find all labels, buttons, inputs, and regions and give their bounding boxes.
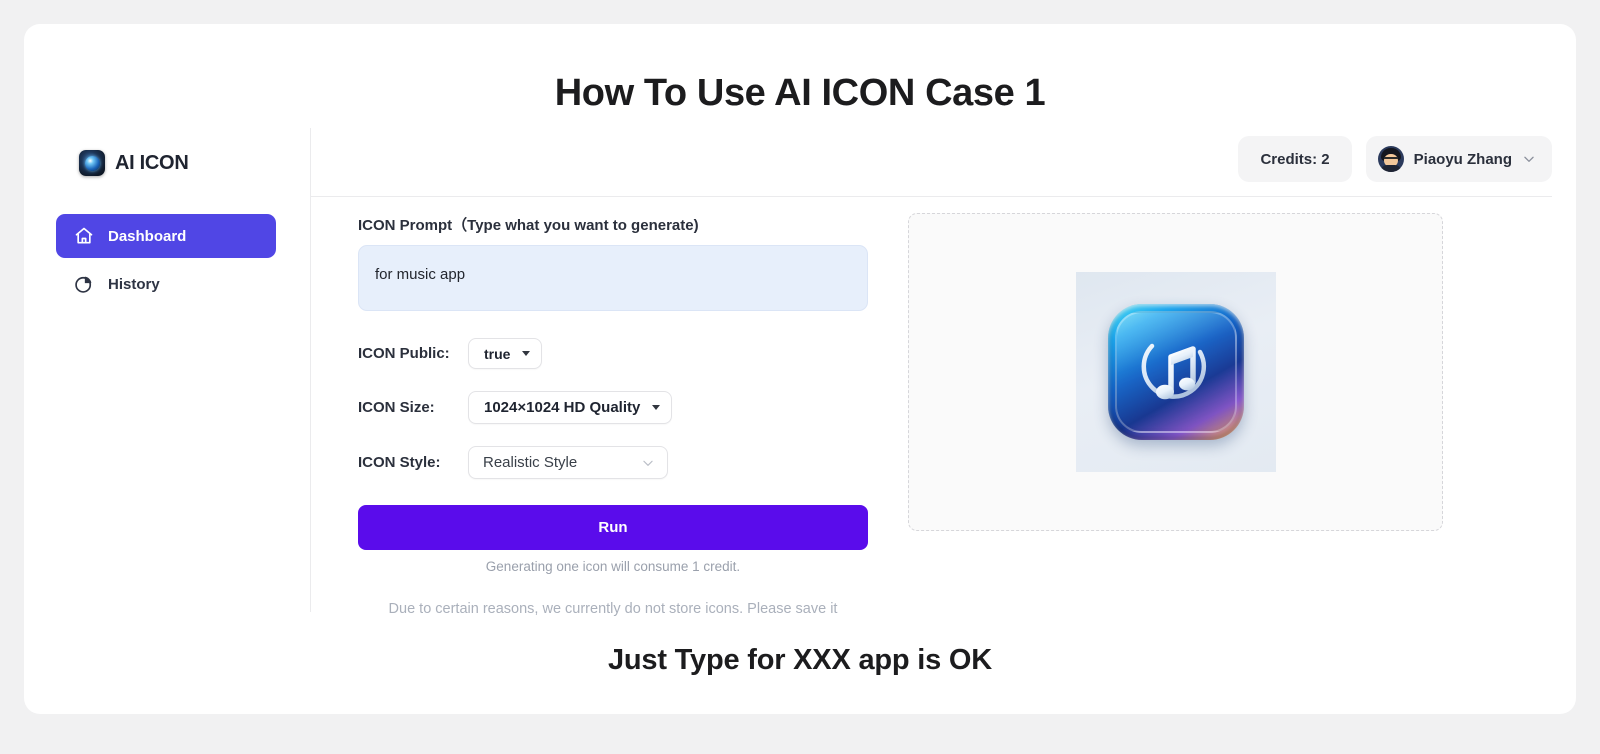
ai-icon-lens-logo-icon: [79, 150, 105, 176]
style-row: ICON Style: Realistic Style: [358, 446, 868, 479]
brand: AI ICON: [79, 150, 189, 176]
music-note-icon: [1141, 343, 1206, 400]
sidebar-item-label: History: [108, 275, 160, 293]
sidebar-nav: Dashboard History: [56, 214, 276, 310]
icon-generator-form: ICON Prompt（Type what you want to genera…: [358, 214, 868, 617]
credits-badge[interactable]: Credits: 2: [1238, 136, 1352, 182]
style-label: ICON Style:: [358, 454, 441, 471]
credit-hint: Generating one icon will consume 1 credi…: [485, 559, 741, 574]
pie-chart-icon: [75, 276, 92, 293]
run-button[interactable]: Run: [358, 505, 868, 550]
icon-style-select[interactable]: Realistic Style: [468, 446, 668, 479]
sidebar: AI ICON Dashboard History: [24, 128, 310, 612]
credits-label: Credits: 2: [1260, 150, 1330, 168]
public-label: ICON Public:: [358, 345, 450, 362]
caret-down-icon: [522, 351, 531, 356]
icon-public-value: true: [484, 345, 511, 362]
chevron-down-icon: [1524, 156, 1534, 162]
sidebar-item-history[interactable]: History: [56, 262, 276, 306]
icon-style-value: Realistic Style: [483, 454, 578, 471]
music-note-app-icon: [1075, 272, 1276, 472]
bottom-caption: Just Type for XXX app is OK: [607, 644, 993, 676]
prompt-input[interactable]: [358, 245, 868, 311]
user-name: Piaoyu Zhang: [1413, 150, 1512, 168]
caret-down-icon: [652, 405, 661, 410]
chevron-down-icon: [643, 460, 653, 466]
prompt-label: ICON Prompt（Type what you want to genera…: [358, 217, 699, 234]
sidebar-item-label: Dashboard: [108, 227, 187, 245]
topbar: Credits: 2 Piaoyu Zhang: [1238, 136, 1552, 182]
app-card: How To Use AI ICON Case 1 AI ICON Dashbo…: [24, 24, 1576, 714]
size-label: ICON Size:: [358, 399, 435, 416]
brand-name: AI ICON: [115, 151, 189, 174]
public-row: ICON Public: true: [358, 338, 868, 369]
avatar: [1377, 146, 1404, 172]
sidebar-item-dashboard[interactable]: Dashboard: [56, 214, 276, 258]
icon-size-select[interactable]: 1024×1024 HD Quality: [468, 391, 673, 424]
sidebar-divider: [310, 128, 311, 612]
icon-public-select[interactable]: true: [468, 338, 543, 369]
icon-squircle: [1107, 304, 1244, 440]
icon-preview-area[interactable]: [908, 213, 1443, 531]
user-menu-button[interactable]: Piaoyu Zhang: [1365, 136, 1552, 182]
storage-notice: Due to certain reasons, we currently do …: [388, 601, 838, 617]
screenshot-root: How To Use AI ICON Case 1 AI ICON Dashbo…: [0, 0, 1600, 754]
home-icon: [75, 227, 93, 244]
topbar-divider: [311, 196, 1552, 197]
size-row: ICON Size: 1024×1024 HD Quality: [358, 391, 868, 424]
icon-size-value: 1024×1024 HD Quality: [484, 399, 641, 416]
page-title: How To Use AI ICON Case 1: [554, 72, 1046, 114]
